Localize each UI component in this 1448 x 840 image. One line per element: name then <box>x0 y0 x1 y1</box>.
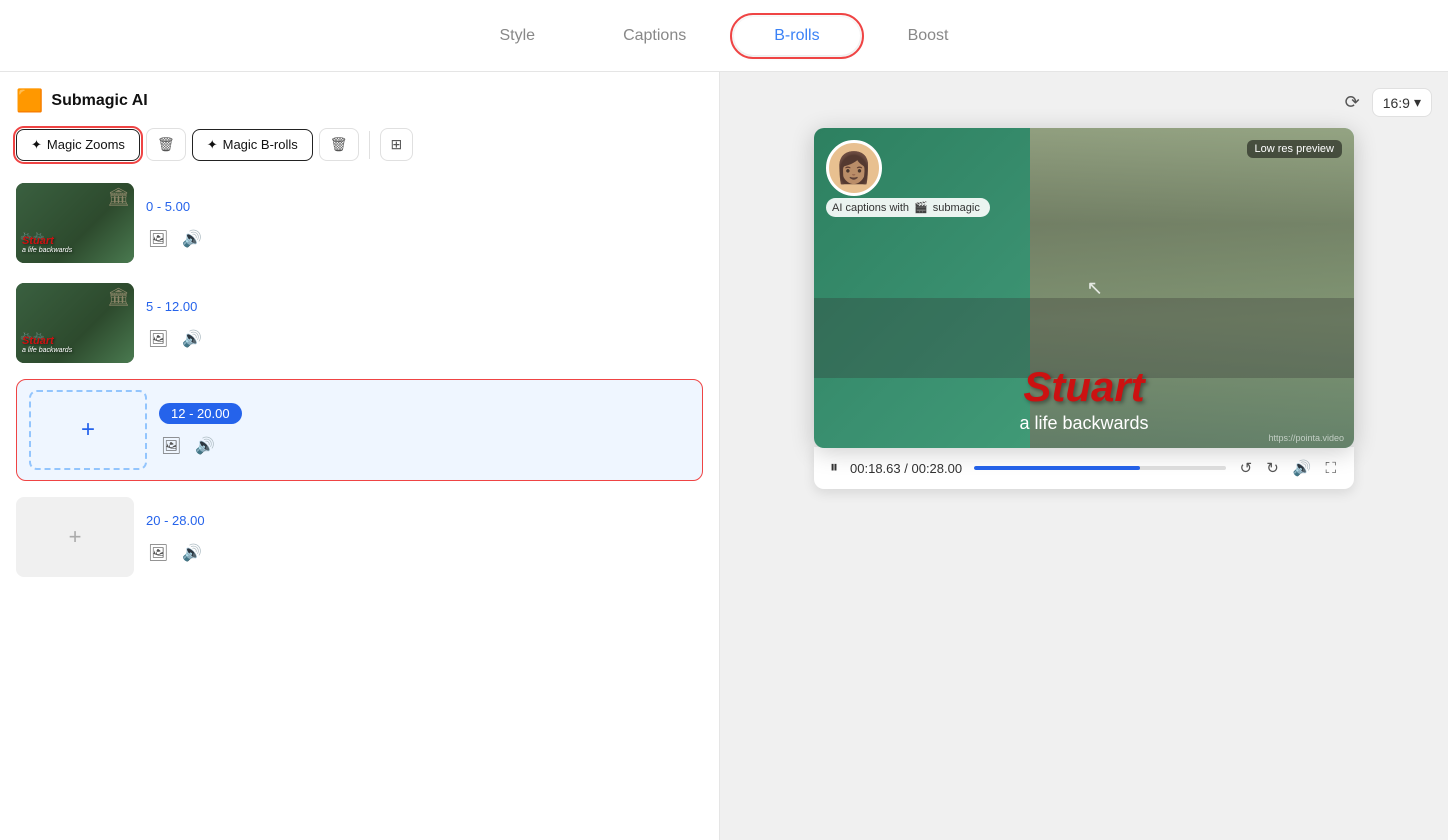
broll-time-3: 12 - 20.00 <box>159 403 242 424</box>
thumb-buildings-icon: 🏛 <box>107 187 130 208</box>
video-submagic-badge: AI captions with 🎬 submagic <box>826 198 990 217</box>
add-broll-btn-3[interactable]: + <box>29 390 147 470</box>
video-title-text: Stuart <box>814 366 1354 408</box>
video-preview-container: 👩🏽 AI captions with 🎬 submagic Low res p… <box>814 128 1354 448</box>
total-time: 00:28.00 <box>911 461 962 476</box>
badge-icon: 🎬 <box>914 201 928 214</box>
aspect-ratio-label: 16:9 <box>1383 95 1410 111</box>
progress-bar[interactable] <box>974 466 1226 470</box>
badge-submagic-label: submagic <box>933 202 980 214</box>
main-layout: 🟧 Submagic AI ✦ Magic Zooms 🗑 ✦ Magic B-… <box>0 72 1448 840</box>
plus-icon-3: + <box>81 416 95 444</box>
sliders-button[interactable]: ⊞ <box>380 128 414 161</box>
broll-info-4: 20 - 28.00 🖼 🔊 <box>146 510 703 565</box>
broll-image-btn-3[interactable]: 🖼 <box>159 434 183 458</box>
broll-sound-btn-3[interactable]: 🔊 <box>193 434 217 458</box>
video-avatar: 👩🏽 <box>826 140 882 196</box>
magic-zooms-label: Magic Zooms <box>47 137 125 152</box>
magic-brolls-icon: ✦ <box>207 137 218 153</box>
broll-sound-btn-4[interactable]: 🔊 <box>180 541 204 565</box>
broll-info-3: 12 - 20.00 🖼 🔊 <box>159 403 690 458</box>
brand-icon: 🟧 <box>16 88 43 114</box>
right-controls: ⟳ 16:9 ▾ <box>1341 88 1432 117</box>
magic-zooms-icon: ✦ <box>31 137 42 153</box>
tool-buttons: ✦ Magic Zooms 🗑 ✦ Magic B-rolls 🗑 ⊞ <box>16 128 703 161</box>
broll-thumb-4: + <box>16 497 134 577</box>
video-watermark: https://pointa.video <box>1268 433 1344 443</box>
video-scene: 👩🏽 AI captions with 🎬 submagic Low res p… <box>814 128 1354 448</box>
delete-zooms-button[interactable]: 🗑 <box>146 128 186 161</box>
broll-info-1: 0 - 5.00 🖼 🔊 <box>146 196 703 251</box>
tab-brolls[interactable]: B-rolls <box>734 17 859 55</box>
broll-image-btn-1[interactable]: 🖼 <box>146 227 170 251</box>
broll-image-btn-4[interactable]: 🖼 <box>146 541 170 565</box>
top-navigation: Style Captions B-rolls Boost <box>0 0 1448 72</box>
pause-button[interactable]: ⏸ <box>830 459 838 477</box>
broll-icons-4: 🖼 🔊 <box>146 541 703 565</box>
brand-name: Submagic AI <box>51 92 147 110</box>
chevron-down-icon: ▾ <box>1414 94 1421 111</box>
right-panel: ⟳ 16:9 ▾ 👩🏽 AI captions with 🎬 submagic <box>720 72 1448 840</box>
video-subtitle-text: a life backwards <box>814 413 1354 434</box>
left-panel: 🟧 Submagic AI ✦ Magic Zooms 🗑 ✦ Magic B-… <box>0 72 720 840</box>
broll-time-4: 20 - 28.00 <box>146 510 205 531</box>
magic-brolls-label: Magic B-rolls <box>223 137 298 152</box>
broll-item-2[interactable]: 🏛 🚲🚲 Stuart a life backwards 5 - 12.00 🖼… <box>16 279 703 367</box>
magic-brolls-button[interactable]: ✦ Magic B-rolls <box>192 129 313 161</box>
plus-icon-4: + <box>69 524 82 550</box>
broll-time-1: 0 - 5.00 <box>146 196 190 217</box>
nav-tab-group: Style Captions B-rolls Boost <box>460 17 989 55</box>
magic-zooms-button[interactable]: ✦ Magic Zooms <box>16 129 140 161</box>
playback-controls: ↺ ↻ 🔊 ⛶ <box>1238 457 1338 479</box>
tab-captions[interactable]: Captions <box>583 17 726 55</box>
broll-item-3[interactable]: + 12 - 20.00 🖼 🔊 <box>16 379 703 481</box>
aspect-ratio-button[interactable]: 16:9 ▾ <box>1372 88 1432 117</box>
volume-button[interactable]: 🔊 <box>1291 457 1314 479</box>
broll-sound-btn-2[interactable]: 🔊 <box>180 327 204 351</box>
refresh-button[interactable]: ⟳ <box>1341 88 1364 117</box>
thumb-title-2: Stuart a life backwards <box>22 335 72 355</box>
broll-thumb-2: 🏛 🚲🚲 Stuart a life backwards <box>16 283 134 363</box>
time-display: 00:18.63 / 00:28.00 <box>850 461 962 476</box>
forward-button[interactable]: ↻ <box>1264 457 1281 479</box>
tab-boost[interactable]: Boost <box>868 17 989 55</box>
broll-icons-3: 🖼 🔊 <box>159 434 690 458</box>
brand-header: 🟧 Submagic AI <box>16 88 703 114</box>
low-res-badge: Low res preview <box>1247 140 1342 158</box>
broll-image-btn-2[interactable]: 🖼 <box>146 327 170 351</box>
badge-text: AI captions with <box>832 202 909 214</box>
fullscreen-button[interactable]: ⛶ <box>1323 458 1338 479</box>
progress-bar-fill <box>974 466 1140 470</box>
broll-icons-2: 🖼 🔊 <box>146 327 703 351</box>
broll-item-1[interactable]: 🏛 🚲🚲 Stuart a life backwards 0 - 5.00 🖼 … <box>16 179 703 267</box>
cursor-icon: ↖ <box>1086 276 1103 301</box>
delete-brolls-button[interactable]: 🗑 <box>319 128 359 161</box>
thumb-title-1: Stuart a life backwards <box>22 235 72 255</box>
rewind-button[interactable]: ↺ <box>1238 457 1255 479</box>
broll-info-2: 5 - 12.00 🖼 🔊 <box>146 296 703 351</box>
broll-sound-btn-1[interactable]: 🔊 <box>180 227 204 251</box>
thumb-buildings-icon-2: 🏛 <box>107 287 130 308</box>
panel-content: 🟧 Submagic AI ✦ Magic Zooms 🗑 ✦ Magic B-… <box>0 72 719 840</box>
video-controls-bar: ⏸ 00:18.63 / 00:28.00 ↺ ↻ 🔊 ⛶ <box>814 447 1354 489</box>
current-time: 00:18.63 <box>850 461 901 476</box>
tab-style[interactable]: Style <box>460 17 576 55</box>
broll-time-2: 5 - 12.00 <box>146 296 197 317</box>
broll-item-4[interactable]: + 20 - 28.00 🖼 🔊 <box>16 493 703 581</box>
toolbar-divider <box>369 131 370 159</box>
broll-icons-1: 🖼 🔊 <box>146 227 703 251</box>
broll-thumb-1: 🏛 🚲🚲 Stuart a life backwards <box>16 183 134 263</box>
